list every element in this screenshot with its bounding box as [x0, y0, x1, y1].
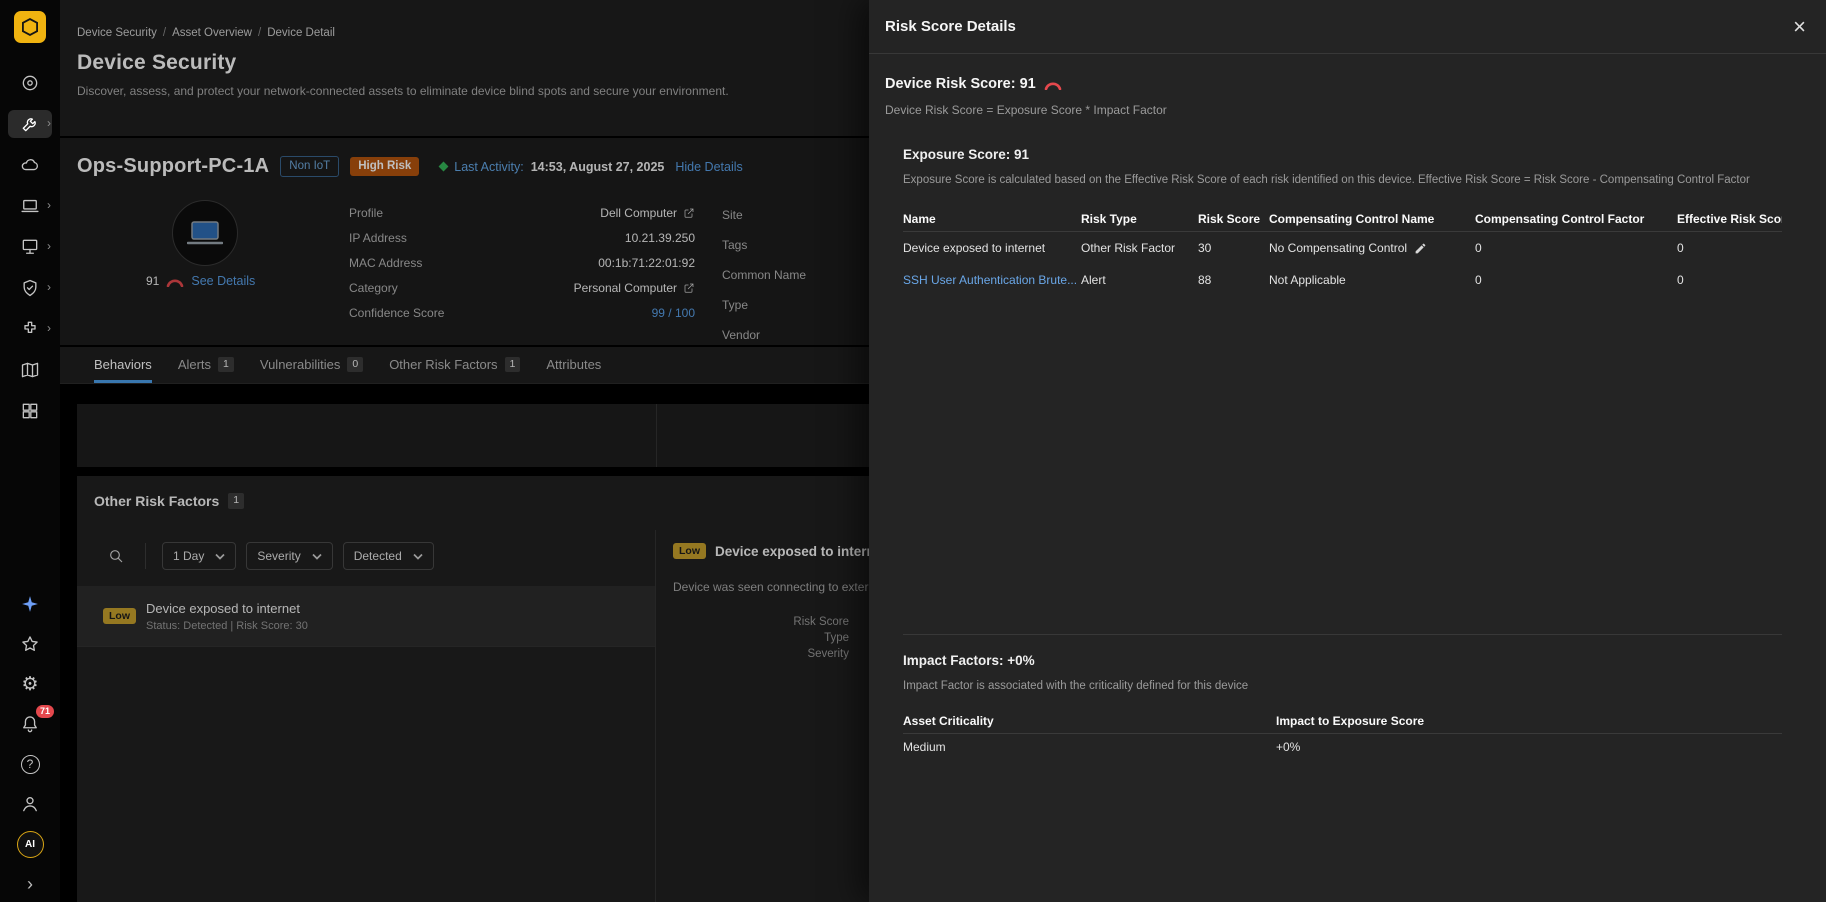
ai-assistant-button[interactable]: AI — [8, 830, 52, 858]
chevron-right-icon: › — [47, 280, 51, 294]
impact-factors-section: Impact Factors: +0% Impact Factor is ass… — [903, 634, 1782, 760]
cell-effective-score: 0 — [1677, 241, 1782, 255]
cell-risk-score: 88 — [1198, 273, 1269, 287]
cell-risk-type: Other Risk Factor — [1081, 241, 1198, 255]
dashboard-icon[interactable] — [8, 69, 52, 97]
cell-control-factor: 0 — [1475, 273, 1677, 287]
cell-control-factor: 0 — [1475, 241, 1677, 255]
star-icon[interactable] — [8, 630, 52, 658]
integrations-icon[interactable]: › — [8, 315, 52, 343]
settings-gear-icon[interactable]: ⚙ — [8, 670, 52, 698]
modules-icon[interactable] — [8, 397, 52, 425]
cell-control-name: No Compensating Control — [1269, 241, 1475, 255]
exposure-score-description: Exposure Score is calculated based on th… — [903, 174, 1782, 186]
chevron-right-icon: › — [47, 239, 51, 253]
cell-risk-score: 30 — [1198, 241, 1269, 255]
risk-score-details-panel: Risk Score Details × Device Risk Score: … — [869, 0, 1826, 902]
sidebar-nav: › › › › › — [8, 69, 52, 425]
overlay-scrim[interactable] — [60, 0, 869, 902]
user-profile-icon[interactable] — [8, 790, 52, 818]
edit-pencil-icon[interactable] — [1414, 242, 1427, 255]
panel-title: Risk Score Details — [885, 18, 1016, 35]
ai-sparkle-icon[interactable] — [8, 590, 52, 618]
cell-name-link[interactable]: SSH User Authentication Brute... — [903, 273, 1081, 287]
cell-effective-score: 0 — [1677, 273, 1782, 287]
impact-table-row: Medium +0% — [903, 734, 1782, 760]
network-icon[interactable]: › — [8, 233, 52, 261]
notifications-bell-icon[interactable]: 71 — [8, 710, 52, 738]
exposure-table-header: Name Risk Type Risk Score Compensating C… — [903, 206, 1782, 232]
notification-count-badge: 71 — [36, 705, 54, 718]
cell-impact-to-exposure: +0% — [1276, 740, 1782, 754]
chevron-right-icon: › — [47, 198, 51, 212]
devices-icon[interactable]: › — [8, 192, 52, 220]
exposure-score-title: Exposure Score: 91 — [903, 147, 1782, 162]
map-icon[interactable] — [8, 356, 52, 384]
impact-factors-title: Impact Factors: +0% — [903, 653, 1782, 668]
help-icon[interactable]: ? — [8, 750, 52, 778]
sidebar-expand-icon[interactable]: › — [8, 870, 52, 898]
risk-score-formula: Device Risk Score = Exposure Score * Imp… — [885, 103, 1826, 117]
app-logo[interactable] — [14, 11, 46, 43]
impact-factors-description: Impact Factor is associated with the cri… — [903, 680, 1782, 692]
close-icon[interactable]: × — [1793, 16, 1806, 38]
cell-risk-type: Alert — [1081, 273, 1198, 287]
app-sidebar: › › › › › — [0, 0, 60, 902]
impact-table: Asset Criticality Impact to Exposure Sco… — [903, 708, 1782, 760]
cell-asset-criticality: Medium — [903, 740, 1276, 754]
cell-name: Device exposed to internet — [903, 241, 1081, 255]
chevron-right-icon: › — [47, 116, 51, 130]
exposure-table-row: SSH User Authentication Brute... Alert 8… — [903, 264, 1782, 296]
compliance-icon[interactable]: › — [8, 274, 52, 302]
exposure-table-row: Device exposed to internet Other Risk Fa… — [903, 232, 1782, 264]
chevron-right-icon: › — [47, 321, 51, 335]
exposure-score-section: Exposure Score: 91 Exposure Score is cal… — [903, 147, 1782, 296]
device-risk-score-heading: Device Risk Score: 91 — [885, 76, 1826, 92]
exposure-table: Name Risk Type Risk Score Compensating C… — [903, 206, 1782, 296]
cell-control-name: Not Applicable — [1269, 273, 1475, 287]
risk-gauge-icon — [1044, 79, 1062, 90]
impact-table-header: Asset Criticality Impact to Exposure Sco… — [903, 708, 1782, 734]
cloud-icon[interactable] — [8, 151, 52, 179]
device-security-icon[interactable]: › — [8, 110, 52, 138]
sidebar-bottom-nav: ⚙ 71 ? AI › — [8, 590, 52, 902]
